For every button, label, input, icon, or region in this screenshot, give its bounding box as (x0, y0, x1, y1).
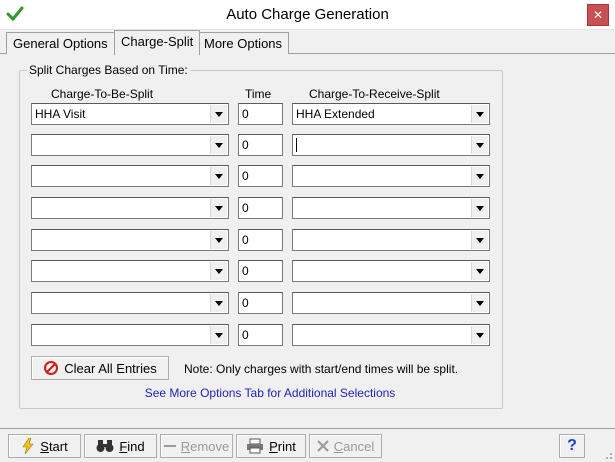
chevron-down-icon (476, 237, 484, 243)
printer-icon (247, 438, 264, 454)
col-header-charge: Charge-To-Be-Split (51, 87, 154, 101)
combo-value: HHA Extended (296, 107, 375, 121)
chevron-down-icon (215, 237, 223, 243)
charge-to-receive-combo[interactable] (292, 292, 490, 314)
col-header-receive: Charge-To-Receive-Split (309, 87, 440, 101)
tab-more-options[interactable]: More Options (197, 32, 290, 54)
charge-to-receive-combo[interactable] (292, 324, 490, 346)
charge-to-split-combo[interactable] (31, 260, 229, 282)
combo-value: HHA Visit (35, 107, 86, 121)
dropdown-arrow[interactable] (471, 105, 488, 123)
group-label: Split Charges Based on Time: (27, 63, 190, 77)
chevron-down-icon (476, 300, 484, 306)
lightning-icon (22, 438, 34, 454)
time-input[interactable]: 0 (238, 324, 283, 346)
charge-to-receive-combo[interactable] (292, 197, 490, 219)
chevron-down-icon (215, 173, 223, 179)
binoculars-icon (96, 440, 114, 452)
charge-to-split-combo[interactable] (31, 165, 229, 187)
remove-button[interactable]: Remove (160, 434, 233, 458)
dropdown-arrow[interactable] (471, 262, 488, 280)
time-input[interactable]: 0 (238, 229, 283, 251)
charge-to-receive-combo[interactable] (292, 165, 490, 187)
help-icon: ? (567, 437, 577, 454)
tab-general-options[interactable]: General Options (6, 32, 115, 54)
start-button[interactable]: Start (8, 434, 81, 458)
charge-to-split-combo[interactable] (31, 197, 229, 219)
more-options-link[interactable]: See More Options Tab for Additional Sele… (0, 386, 540, 400)
charge-to-receive-combo[interactable] (292, 229, 490, 251)
cross-icon (317, 440, 329, 452)
no-entry-icon (44, 361, 59, 375)
dropdown-arrow[interactable] (210, 199, 227, 217)
time-input[interactable]: 0 (238, 165, 283, 187)
chevron-down-icon (215, 111, 223, 117)
close-button[interactable]: ✕ (587, 4, 609, 26)
dropdown-arrow[interactable] (210, 136, 227, 154)
close-icon: ✕ (592, 8, 604, 22)
dropdown-arrow[interactable] (210, 262, 227, 280)
cancel-label: Cancel (333, 438, 375, 454)
dropdown-arrow[interactable] (210, 167, 227, 185)
split-note: Note: Only charges with start/end times … (184, 362, 459, 376)
chevron-down-icon (476, 268, 484, 274)
cancel-button[interactable]: Cancel (309, 434, 382, 458)
chevron-down-icon (476, 173, 484, 179)
bottom-toolbar: Start Find Remove Print Cancel ? (0, 428, 615, 462)
find-label: Find (119, 438, 145, 454)
start-label: Start (40, 438, 68, 454)
dropdown-arrow[interactable] (471, 294, 488, 312)
text-caret (296, 138, 297, 152)
chevron-down-icon (215, 205, 223, 211)
dropdown-arrow[interactable] (471, 199, 488, 217)
chevron-down-icon (476, 205, 484, 211)
window-title: Auto Charge Generation (226, 6, 389, 23)
time-input[interactable]: 0 (238, 197, 283, 219)
print-label: Print (269, 438, 296, 454)
charge-to-split-combo[interactable] (31, 134, 229, 156)
dropdown-arrow[interactable] (210, 231, 227, 249)
chevron-down-icon (215, 268, 223, 274)
time-input[interactable]: 0 (238, 103, 283, 125)
dropdown-arrow[interactable] (210, 326, 227, 344)
charge-to-split-combo[interactable] (31, 229, 229, 251)
tab-strip: General Options Charge-Split More Option… (0, 30, 615, 55)
title-bar: Auto Charge Generation ✕ (0, 0, 615, 30)
charge-to-split-combo[interactable]: HHA Visit (31, 103, 229, 125)
dropdown-arrow[interactable] (210, 105, 227, 123)
time-input[interactable]: 0 (238, 260, 283, 282)
charge-to-split-combo[interactable] (31, 292, 229, 314)
minus-icon (163, 445, 176, 447)
dropdown-arrow[interactable] (471, 326, 488, 344)
charge-to-receive-combo[interactable] (292, 260, 490, 282)
print-button[interactable]: Print (236, 434, 306, 458)
time-input[interactable]: 0 (238, 292, 283, 314)
time-input[interactable]: 0 (238, 134, 283, 156)
dropdown-arrow[interactable] (471, 167, 488, 185)
chevron-down-icon (476, 142, 484, 148)
tab-charge-split[interactable]: Charge-Split (114, 30, 201, 55)
charge-to-receive-combo[interactable]: HHA Extended (292, 103, 490, 125)
chevron-down-icon (215, 332, 223, 338)
dropdown-arrow[interactable] (471, 136, 488, 154)
help-button[interactable]: ? (559, 434, 585, 458)
charge-to-split-combo[interactable] (31, 324, 229, 346)
find-button[interactable]: Find (84, 434, 157, 458)
size-grip-icon[interactable] (603, 450, 613, 460)
chevron-down-icon (215, 300, 223, 306)
clear-all-entries-button[interactable]: Clear All Entries (31, 356, 169, 380)
dropdown-arrow[interactable] (471, 231, 488, 249)
chevron-down-icon (215, 142, 223, 148)
remove-label: Remove (180, 438, 230, 454)
clear-all-label: Clear All Entries (64, 360, 157, 376)
dropdown-arrow[interactable] (210, 294, 227, 312)
chevron-down-icon (476, 332, 484, 338)
col-header-time: Time (245, 87, 272, 101)
chevron-down-icon (476, 111, 484, 117)
charge-to-receive-combo[interactable] (292, 134, 490, 156)
